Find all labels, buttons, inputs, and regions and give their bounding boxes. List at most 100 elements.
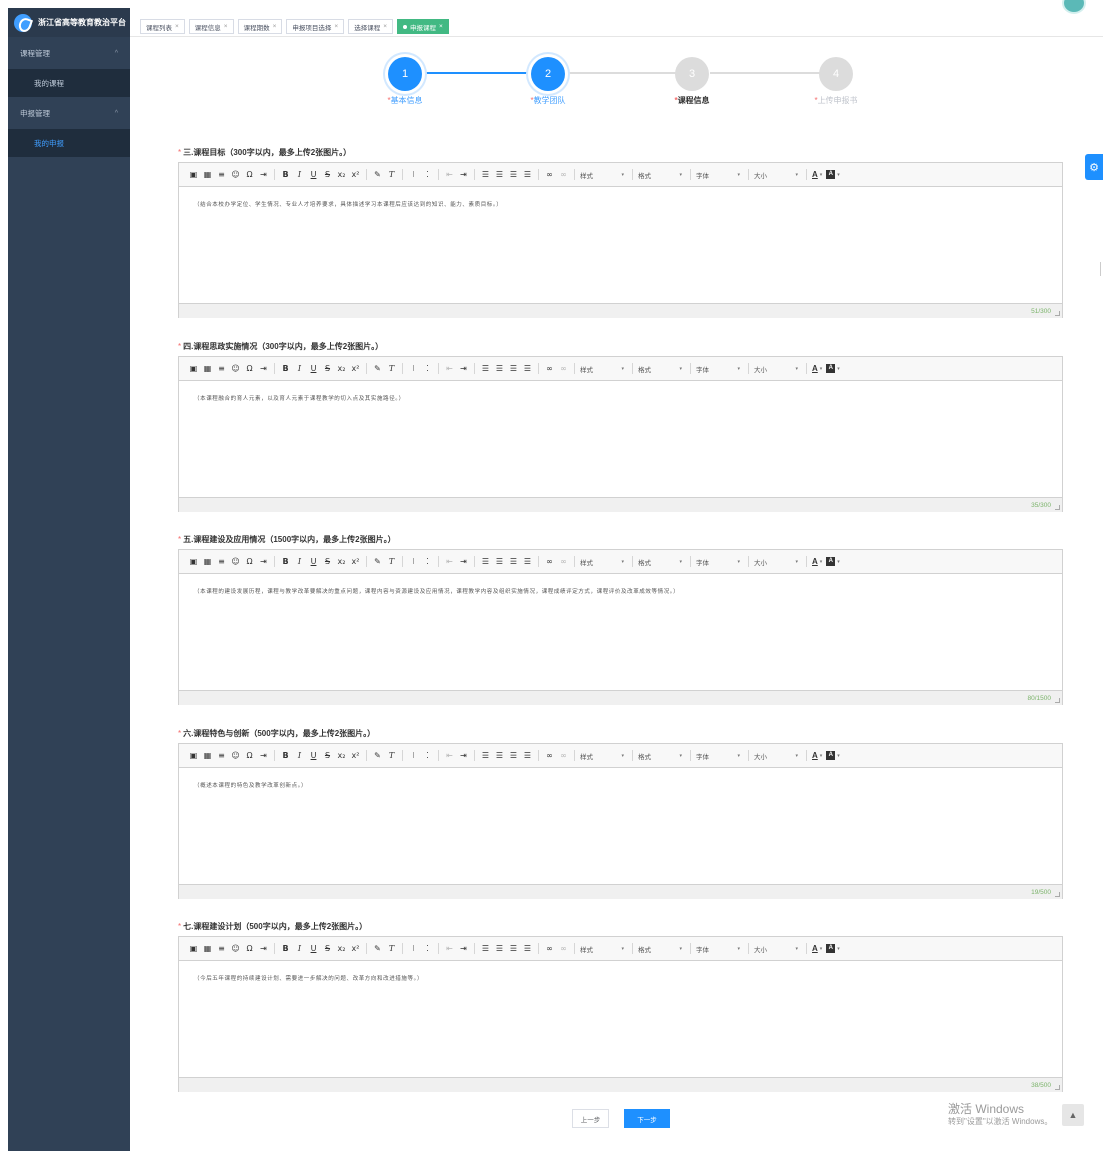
rich-text-editor[interactable]: ▣ ▦ ≡ ☺ Ω ⇥ B I U S x₂ x² ✎ T ⁝ ⁚ ⇤ ⇥ ☰ … [178,743,1063,899]
indent-icon[interactable]: ⇥ [458,170,469,179]
align-left-icon[interactable]: ☰ [480,944,491,953]
align-justify-icon[interactable]: ☰ [522,751,533,760]
clear-format-icon[interactable]: T [386,557,397,566]
horizontal-line-icon[interactable]: ≡ [216,170,227,179]
emoji-icon[interactable]: ☺ [230,170,241,179]
numbered-list-icon[interactable]: ⁝ [408,170,419,179]
bold-icon[interactable]: B [280,944,291,953]
strikethrough-icon[interactable]: S [322,170,333,179]
numbered-list-icon[interactable]: ⁝ [408,751,419,760]
subscript-icon[interactable]: x₂ [336,170,347,179]
prev-button[interactable]: 上一步 [572,1109,609,1128]
format-select[interactable]: 格式 ▾ [638,364,682,374]
avatar[interactable] [1062,0,1086,14]
superscript-icon[interactable]: x² [350,557,361,566]
close-icon[interactable]: × [334,23,338,30]
font-select[interactable]: 字体 ▾ [696,364,740,374]
text-color-button[interactable]: A ▾ [812,557,822,566]
bg-color-button[interactable]: A ▾ [826,364,840,373]
gear-icon[interactable]: ⚙ [1085,154,1103,180]
close-icon[interactable]: × [224,23,228,30]
underline-icon[interactable]: U [308,364,319,373]
font-select[interactable]: 字体 ▾ [696,170,740,180]
image-icon[interactable]: ▣ [188,557,199,566]
bulleted-list-icon[interactable]: ⁚ [422,170,433,179]
horizontal-line-icon[interactable]: ≡ [216,364,227,373]
editor-content[interactable]: （概述本课程的特色及教学改革创新点。） [179,768,1062,884]
step-3-circle[interactable]: 3 [675,57,709,91]
align-left-icon[interactable]: ☰ [480,751,491,760]
underline-icon[interactable]: U [308,170,319,179]
size-select[interactable]: 大小 ▾ [754,170,798,180]
emoji-icon[interactable]: ☺ [230,751,241,760]
special-char-icon[interactable]: Ω [244,557,255,566]
rich-text-editor[interactable]: ▣ ▦ ≡ ☺ Ω ⇥ B I U S x₂ x² ✎ T ⁝ ⁚ ⇤ ⇥ ☰ … [178,549,1063,705]
size-select[interactable]: 大小 ▾ [754,557,798,567]
image-icon[interactable]: ▣ [188,170,199,179]
align-right-icon[interactable]: ☰ [508,557,519,566]
text-color-button[interactable]: A ▾ [812,751,822,760]
sidebar-item-my-applications[interactable]: 我的申报 [8,129,130,157]
outdent-icon[interactable]: ⇤ [444,944,455,953]
resize-handle-icon[interactable] [1055,892,1060,897]
superscript-icon[interactable]: x² [350,364,361,373]
tab-project-select[interactable]: 申报项目选择 × [286,19,345,34]
italic-icon[interactable]: I [294,364,305,373]
bulleted-list-icon[interactable]: ⁚ [422,944,433,953]
format-painter-icon[interactable]: ✎ [372,557,383,566]
horizontal-line-icon[interactable]: ≡ [216,557,227,566]
indent-icon[interactable]: ⇥ [458,944,469,953]
font-select[interactable]: 字体 ▾ [696,557,740,567]
underline-icon[interactable]: U [308,751,319,760]
align-left-icon[interactable]: ☰ [480,170,491,179]
page-break-icon[interactable]: ⇥ [258,557,269,566]
emoji-icon[interactable]: ☺ [230,364,241,373]
align-right-icon[interactable]: ☰ [508,170,519,179]
image-icon[interactable]: ▣ [188,364,199,373]
emoji-icon[interactable]: ☺ [230,557,241,566]
resize-handle-icon[interactable] [1055,311,1060,316]
subscript-icon[interactable]: x₂ [336,944,347,953]
outdent-icon[interactable]: ⇤ [444,364,455,373]
numbered-list-icon[interactable]: ⁝ [408,944,419,953]
subscript-icon[interactable]: x₂ [336,364,347,373]
underline-icon[interactable]: U [308,557,319,566]
outdent-icon[interactable]: ⇤ [444,170,455,179]
align-justify-icon[interactable]: ☰ [522,170,533,179]
align-center-icon[interactable]: ☰ [494,170,505,179]
size-select[interactable]: 大小 ▾ [754,944,798,954]
numbered-list-icon[interactable]: ⁝ [408,557,419,566]
style-select[interactable]: 样式 ▾ [580,170,624,180]
tab-select-course[interactable]: 选择课程 × [348,19,393,34]
menu-group-course-management[interactable]: 课程管理 ^ [8,37,130,69]
close-icon[interactable]: × [273,23,277,30]
bulleted-list-icon[interactable]: ⁚ [422,364,433,373]
strikethrough-icon[interactable]: S [322,557,333,566]
align-left-icon[interactable]: ☰ [480,364,491,373]
format-painter-icon[interactable]: ✎ [372,751,383,760]
italic-icon[interactable]: I [294,170,305,179]
editor-content[interactable]: （本课程的建设发展历程，课程与教学改革要解决的重点问题，课程内容与资源建设及应用… [179,574,1062,690]
table-icon[interactable]: ▦ [202,944,213,953]
table-icon[interactable]: ▦ [202,751,213,760]
superscript-icon[interactable]: x² [350,751,361,760]
align-left-icon[interactable]: ☰ [480,557,491,566]
rich-text-editor[interactable]: ▣ ▦ ≡ ☺ Ω ⇥ B I U S x₂ x² ✎ T ⁝ ⁚ ⇤ ⇥ ☰ … [178,162,1063,318]
special-char-icon[interactable]: Ω [244,364,255,373]
align-right-icon[interactable]: ☰ [508,364,519,373]
page-break-icon[interactable]: ⇥ [258,364,269,373]
bulleted-list-icon[interactable]: ⁚ [422,557,433,566]
tab-course-list[interactable]: 课程列表 × [140,19,185,34]
style-select[interactable]: 样式 ▾ [580,364,624,374]
strikethrough-icon[interactable]: S [322,364,333,373]
sidebar-item-my-courses[interactable]: 我的课程 [8,69,130,97]
text-color-button[interactable]: A ▾ [812,170,822,179]
indent-icon[interactable]: ⇥ [458,751,469,760]
align-center-icon[interactable]: ☰ [494,944,505,953]
format-painter-icon[interactable]: ✎ [372,170,383,179]
link-icon[interactable]: ∞ [544,751,555,760]
table-icon[interactable]: ▦ [202,364,213,373]
subscript-icon[interactable]: x₂ [336,557,347,566]
editor-content[interactable]: （结合本校办学定位、学生情况、专业人才培养要求，具体描述学习本课程后应该达到的知… [179,187,1062,303]
unlink-icon[interactable]: ∞ [558,170,569,179]
